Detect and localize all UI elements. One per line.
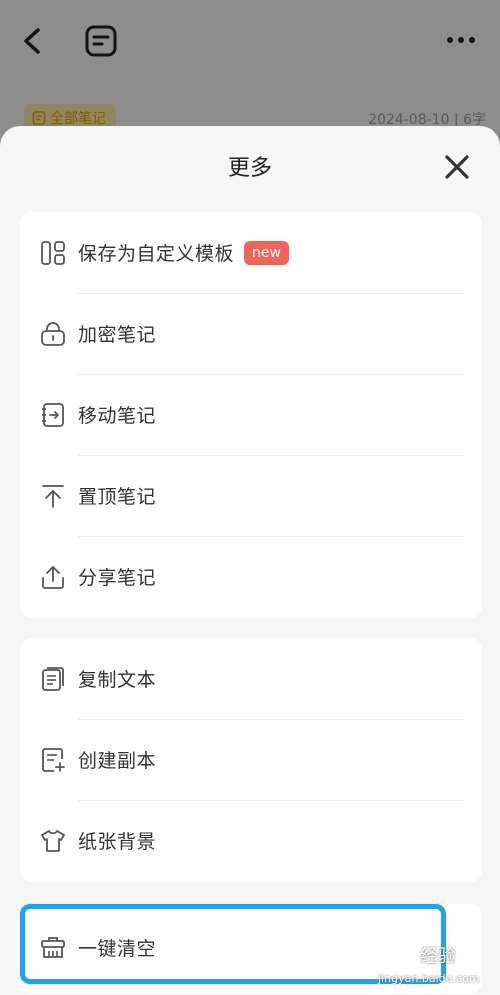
copy-icon: [42, 666, 64, 691]
menu-item-label: 置顶笔记: [78, 486, 157, 508]
watermark-url: jingyan.baidu.com: [378, 972, 480, 985]
lock-icon: [41, 321, 65, 346]
menu-item-label: 创建副本: [78, 750, 157, 772]
menu-item-move-note[interactable]: 移动笔记: [20, 374, 482, 455]
shirt-icon: [41, 829, 65, 852]
menu-item-pin-note[interactable]: 置顶笔记: [20, 455, 482, 536]
pin-top-icon: [42, 484, 64, 508]
menu-item-label: 分享笔记: [78, 567, 157, 589]
menu-item-create-copy[interactable]: 创建副本: [20, 719, 482, 800]
menu-item-label: 加密笔记: [78, 324, 157, 346]
menu-item-label: 复制文本: [78, 669, 157, 691]
options-group-content: 复制文本 创建副本 纸张背景: [20, 638, 482, 882]
menu-item-share-note[interactable]: 分享笔记: [20, 536, 482, 617]
menu-item-label: 保存为自定义模板: [78, 243, 235, 265]
menu-item-save-template[interactable]: 保存为自定义模板 new: [20, 212, 482, 293]
watermark-text: 经验: [420, 946, 456, 967]
move-icon: [42, 402, 64, 427]
new-badge: new: [244, 240, 289, 265]
more-options-sheet: 更多 保存为自定义模板 new 加密笔记 移动笔记 置顶笔记 分享笔记 复制文本…: [0, 126, 500, 995]
sheet-title: 更多: [227, 156, 272, 181]
options-group-note: 保存为自定义模板 new 加密笔记 移动笔记 置顶笔记 分享笔记: [20, 212, 482, 618]
menu-item-label: 纸张背景: [78, 831, 157, 853]
close-icon[interactable]: [440, 150, 474, 184]
menu-item-label: 移动笔记: [78, 405, 157, 427]
menu-item-copy-text[interactable]: 复制文本: [20, 638, 482, 719]
template-icon: [41, 240, 65, 265]
menu-item-paper-background[interactable]: 纸张背景: [20, 800, 482, 881]
duplicate-icon: [42, 747, 65, 772]
share-icon: [42, 565, 64, 589]
menu-item-encrypt-note[interactable]: 加密笔记: [20, 293, 482, 374]
